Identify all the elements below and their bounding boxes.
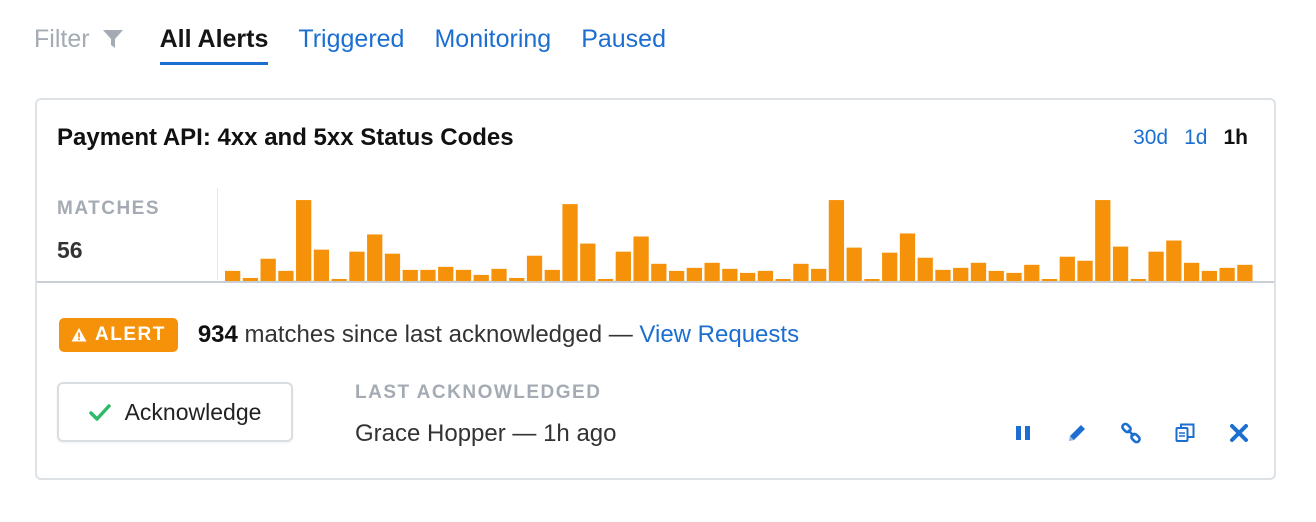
funnel-icon [102,30,123,48]
chart-bar [846,247,862,281]
alert-summary-text: matches since last acknowledged — [244,321,633,348]
chart-bar [225,270,241,281]
alert-badge: ALERT [59,318,178,352]
chart-bar [313,249,330,281]
chart-divider [217,188,218,280]
last-acknowledged-value: Grace Hopper — 1h ago [355,420,617,447]
alert-actions [982,420,1252,446]
view-requests-link[interactable]: View Requests [639,321,799,348]
range-1h[interactable]: 1h [1223,126,1248,150]
delete-icon [1230,424,1248,442]
filter-label[interactable]: Filter [34,20,124,58]
chart-bar [1059,256,1075,281]
chart-bar [260,258,276,281]
chart-bar [367,234,383,281]
filter-bar: Filter All Alerts Triggered Monitoring P… [34,20,666,66]
chart-bar [526,255,543,281]
chart-bar [686,267,702,281]
alerts-page: Filter All Alerts Triggered Monitoring P… [0,0,1316,522]
chart-bar [580,243,596,281]
alert-card: Payment API: 4xx and 5xx Status Codes 30… [35,98,1276,480]
matches-bar-chart [225,200,1253,281]
chart-bar [491,268,507,281]
copy-link-button[interactable] [1118,420,1144,446]
chart-bar [882,252,898,281]
alert-title[interactable]: Payment API: 4xx and 5xx Status Codes [57,124,514,152]
chart-bar [1166,240,1182,281]
chart-bar [349,251,365,281]
chart-bar [899,233,916,281]
chart-bar [278,270,294,281]
chart-bar [455,269,472,281]
chart-bar [402,269,418,281]
tab-all-alerts[interactable]: All Alerts [159,20,269,65]
tab-monitoring[interactable]: Monitoring [434,20,551,62]
time-range-selector: 30d 1d 1h [1117,126,1248,150]
chart-bar [988,270,1004,281]
chart-bar [793,263,809,281]
chart-bar [917,257,933,281]
chart-baseline [37,281,1274,283]
chart-bar [722,268,738,281]
edit-icon [1069,425,1085,441]
alert-match-count: 934 [197,321,238,348]
chart-bar [1112,246,1129,281]
link-icon [1121,422,1141,444]
matches-count: 56 [57,237,83,263]
acknowledge-button-label: Acknowledge [124,398,262,425]
chart-bar [953,267,969,281]
chart-bar [615,251,631,281]
range-1d[interactable]: 1d [1184,126,1207,150]
delete-button[interactable] [1226,420,1252,446]
duplicate-button[interactable] [1172,420,1198,446]
chart-bar [1183,262,1200,281]
alert-summary: 934 matches since last acknowledged — Vi… [198,321,799,349]
chart-bar [420,269,436,281]
chart-bar [828,200,845,281]
last-acknowledged-label: LAST ACKNOWLEDGED [355,382,602,403]
chart-bar [935,269,951,281]
chart-bar [438,266,454,281]
chart-bar [1201,270,1217,281]
warning-icon [71,328,87,342]
chart-bar [811,268,827,281]
chart-bar [651,263,667,281]
chart-bar [1219,267,1235,281]
matches-label: MATCHES [57,198,161,219]
tab-triggered[interactable]: Triggered [298,20,404,62]
chart-bar [740,272,756,281]
chart-bar [970,262,987,281]
tab-paused[interactable]: Paused [581,20,666,62]
chart-bar [757,270,774,281]
chart-bar [704,262,720,281]
chart-bar [1148,251,1164,281]
chart-bar [668,270,685,281]
chart-bar [562,204,578,281]
chart-bar [633,236,649,281]
chart-bar [1024,264,1040,281]
chart-bar [1006,272,1022,281]
pause-button[interactable] [1010,420,1036,446]
filter-label-text: Filter [34,25,90,53]
chart-bar [384,253,401,281]
chart-bar [1095,200,1111,281]
chart-bar [544,269,560,281]
chart-bar [1237,264,1253,281]
check-icon [88,404,111,421]
alert-badge-label: ALERT [95,324,166,345]
chart-bar [296,200,312,281]
pause-icon [1016,426,1030,440]
acknowledge-button[interactable]: Acknowledge [57,382,293,442]
copy-icon [1175,423,1195,442]
chart-bar [1077,260,1093,281]
range-30d[interactable]: 30d [1133,126,1168,150]
edit-button[interactable] [1064,420,1090,446]
alert-status-row: ALERT 934 matches since last acknowledge… [59,318,799,352]
